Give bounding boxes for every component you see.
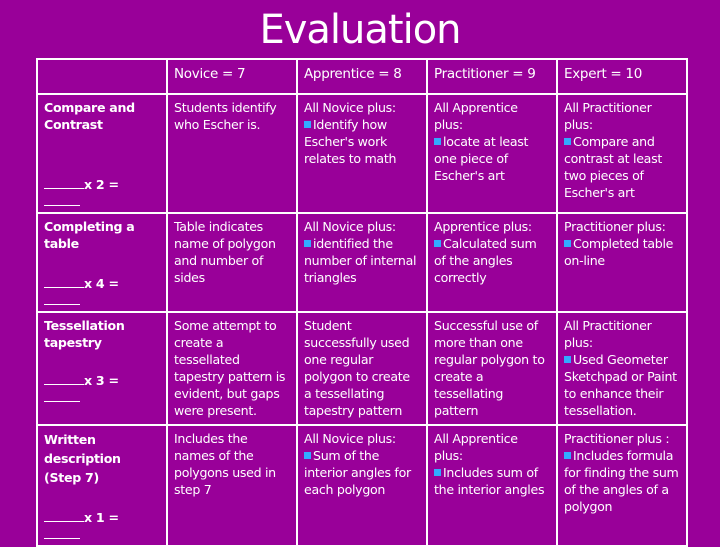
practitioner-cell: Successful use of more than one regular …: [426, 311, 558, 426]
cell-lead: All Novice plus:: [304, 219, 396, 234]
header-practitioner: Practitioner = 9: [426, 58, 558, 95]
header-apprentice: Apprentice = 8: [296, 58, 428, 95]
apprentice-cell: All Novice plus: Sum of the interior angl…: [296, 424, 428, 547]
cell-text: Students identify who Escher is.: [174, 100, 277, 132]
criterion-label: Written description (Step 7): [44, 432, 121, 485]
cell-bullet-text: Calculated sum of the angles correctly: [434, 236, 537, 285]
cell-bullet-text: Completed table on-line: [564, 236, 674, 268]
total-blank: [44, 526, 80, 539]
cell-bullet-text: Sum of the interior angles for each poly…: [304, 448, 411, 497]
header-novice: Novice = 7: [166, 58, 298, 95]
cell-text: Includes the names of the polygons used …: [174, 431, 276, 497]
table-row: Completing a table x 4 = Table indicates…: [36, 212, 688, 313]
cell-lead: All Apprentice plus:: [434, 100, 518, 132]
criterion-cell: Tessellation tapestry x 3 =: [36, 311, 168, 426]
score-blank: [44, 509, 84, 522]
multiplier-text: x 4 =: [84, 276, 119, 291]
cell-lead: All Practitioner plus:: [564, 318, 652, 350]
square-bullet-icon: [304, 240, 311, 247]
score-multiplier: x 2 =: [44, 176, 119, 210]
header-corner: [36, 58, 168, 95]
cell-bullet-text: Identify how Escher's work relates to ma…: [304, 117, 397, 166]
multiplier-text: x 2 =: [84, 177, 119, 192]
novice-cell: Table indicates name of polygon and numb…: [166, 212, 298, 313]
criterion-cell: Completing a table x 4 =: [36, 212, 168, 313]
table-row: Compare and Contrast x 2 = Students iden…: [36, 93, 688, 214]
square-bullet-icon: [434, 469, 441, 476]
cell-bullet-text: identified the number of internal triang…: [304, 236, 417, 285]
cell-bullet-text: Includes formula for finding the sum of …: [564, 448, 679, 514]
practitioner-cell: All Apprentice plus: locate at least one …: [426, 93, 558, 214]
cell-bullet-text: Used Geometer Sketchpad or Paint to enha…: [564, 352, 677, 418]
apprentice-cell: All Novice plus: Identify how Escher's wo…: [296, 93, 428, 214]
square-bullet-icon: [564, 452, 571, 459]
criterion-label: Compare and Contrast: [44, 100, 135, 132]
score-blank: [44, 372, 84, 385]
square-bullet-icon: [304, 452, 311, 459]
total-blank: [44, 193, 80, 206]
multiplier-text: x 1 =: [84, 510, 119, 525]
cell-lead: All Practitioner plus:: [564, 100, 652, 132]
cell-text: Successful use of more than one regular …: [434, 318, 545, 418]
cell-text: Some attempt to create a tessellated tap…: [174, 318, 286, 418]
cell-bullet-text: Compare and contrast at least two pieces…: [564, 134, 662, 200]
score-blank: [44, 176, 84, 189]
score-multiplier: x 3 =: [44, 372, 119, 406]
criterion-cell: Written description (Step 7) x 1 =: [36, 424, 168, 547]
novice-cell: Includes the names of the polygons used …: [166, 424, 298, 547]
multiplier-text: x 3 =: [84, 373, 119, 388]
evaluation-rubric-table: Novice = 7 Apprentice = 8 Practitioner =…: [36, 58, 688, 547]
cell-bullet-text: Includes sum of the interior angles: [434, 465, 545, 497]
cell-text: Student successfully used one regular po…: [304, 318, 410, 418]
score-multiplier: x 4 =: [44, 275, 119, 309]
practitioner-cell: Apprentice plus: Calculated sum of the an…: [426, 212, 558, 313]
cell-lead: Practitioner plus:: [564, 219, 666, 234]
novice-cell: Some attempt to create a tessellated tap…: [166, 311, 298, 426]
criterion-label: Completing a table: [44, 219, 135, 251]
cell-lead: All Novice plus:: [304, 431, 396, 446]
expert-cell: All Practitioner plus: Used Geometer Sket…: [556, 311, 688, 426]
square-bullet-icon: [304, 121, 311, 128]
header-row: Novice = 7 Apprentice = 8 Practitioner =…: [36, 58, 688, 95]
square-bullet-icon: [564, 138, 571, 145]
cell-lead: Practitioner plus :: [564, 431, 670, 446]
cell-lead: All Novice plus:: [304, 100, 396, 115]
criterion-label: Tessellation tapestry: [44, 318, 125, 350]
apprentice-cell: Student successfully used one regular po…: [296, 311, 428, 426]
header-expert: Expert = 10: [556, 58, 688, 95]
cell-text: Table indicates name of polygon and numb…: [174, 219, 276, 285]
practitioner-cell: All Apprentice plus: Includes sum of the …: [426, 424, 558, 547]
table-row: Tessellation tapestry x 3 = Some attempt…: [36, 311, 688, 426]
square-bullet-icon: [564, 240, 571, 247]
criterion-cell: Compare and Contrast x 2 =: [36, 93, 168, 214]
expert-cell: Practitioner plus : Includes formula for …: [556, 424, 688, 547]
novice-cell: Students identify who Escher is.: [166, 93, 298, 214]
expert-cell: All Practitioner plus: Compare and contra…: [556, 93, 688, 214]
cell-lead: Apprentice plus:: [434, 219, 532, 234]
score-blank: [44, 275, 84, 288]
total-blank: [44, 292, 80, 305]
square-bullet-icon: [564, 356, 571, 363]
cell-bullet-text: locate at least one piece of Escher's ar…: [434, 134, 529, 183]
score-multiplier: x 1 =: [44, 509, 119, 543]
square-bullet-icon: [434, 240, 441, 247]
table-row: Written description (Step 7) x 1 = Inclu…: [36, 424, 688, 547]
total-blank: [44, 389, 80, 402]
expert-cell: Practitioner plus: Completed table on-lin…: [556, 212, 688, 313]
cell-lead: All Apprentice plus:: [434, 431, 518, 463]
apprentice-cell: All Novice plus: identified the number of…: [296, 212, 428, 313]
square-bullet-icon: [434, 138, 441, 145]
slide-title: Evaluation: [259, 7, 461, 53]
